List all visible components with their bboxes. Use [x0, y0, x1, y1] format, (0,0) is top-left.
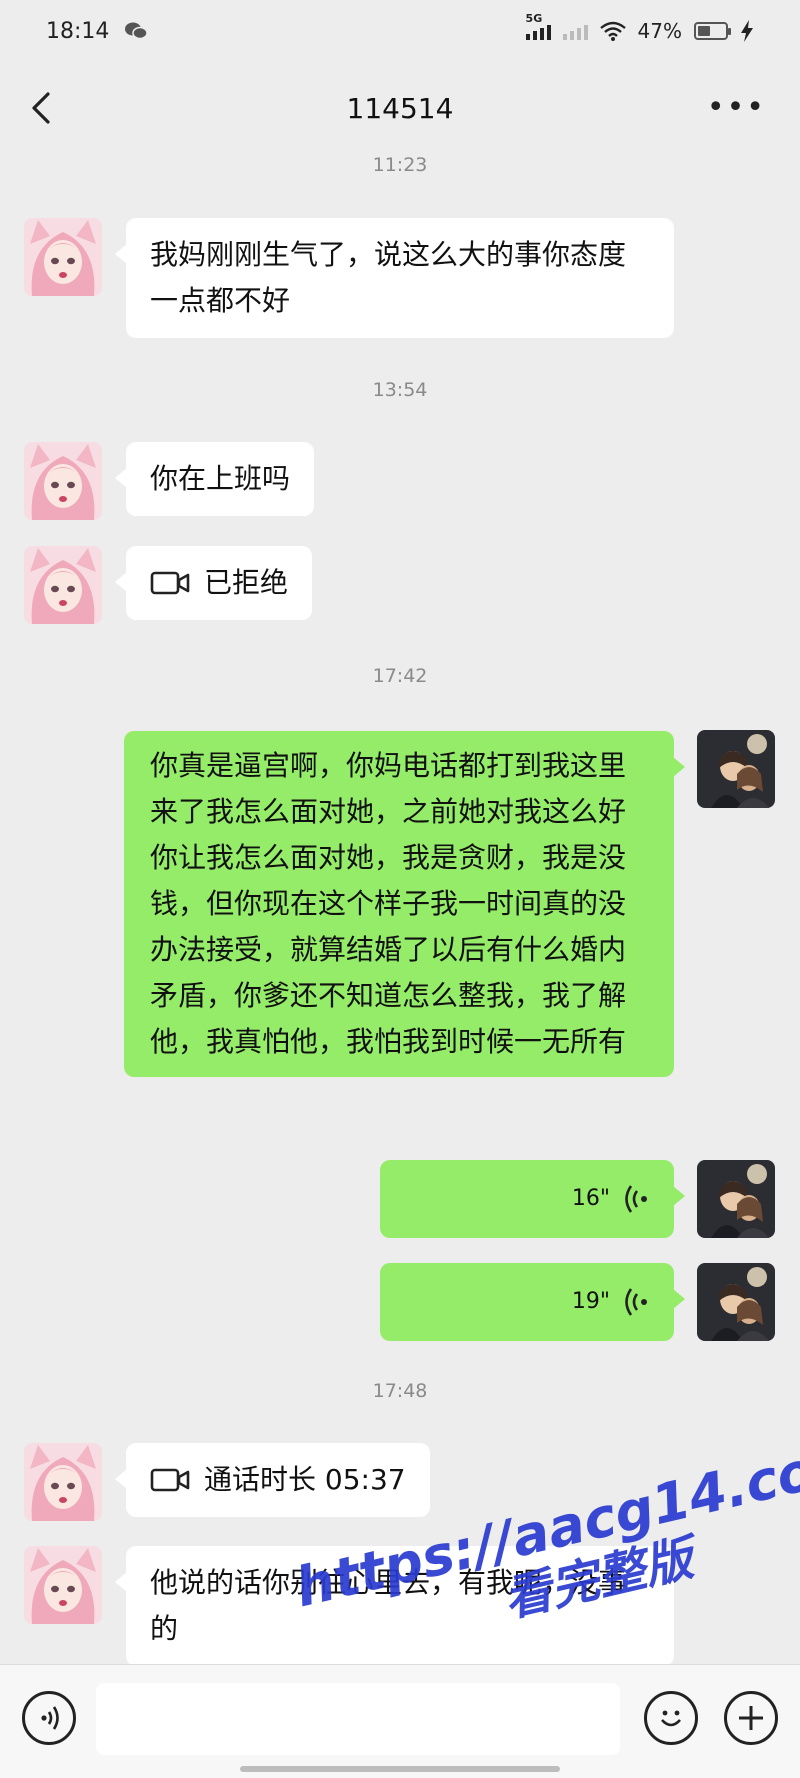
message-text: 我妈刚刚生气了，说这么大的事你态度一点都不好: [150, 238, 627, 317]
status-time: 18:14: [46, 18, 110, 44]
contact-avatar[interactable]: [24, 1546, 102, 1624]
voice-mode-icon: [41, 1706, 59, 1730]
my-avatar[interactable]: [697, 1263, 775, 1341]
call-record-declined[interactable]: 已拒绝: [114, 546, 313, 620]
voice-message[interactable]: 16": [380, 1160, 685, 1238]
timestamp: 17:42: [372, 665, 428, 687]
received-message[interactable]: 我妈刚刚生气了，说这么大的事你态度一点都不好: [115, 218, 674, 338]
network-type: 5G: [525, 12, 543, 25]
voice-wave-icon: [625, 1288, 647, 1316]
contact-avatar[interactable]: [24, 546, 102, 624]
contact-avatar[interactable]: [24, 1443, 102, 1521]
voice-message[interactable]: 19": [380, 1263, 685, 1341]
received-message[interactable]: 你在上班吗: [114, 442, 315, 516]
more-options-icon[interactable]: •••: [707, 90, 766, 125]
message-text: 你真是逼宫啊，你妈电话都打到我这里来了我怎么面对她，之前她对我这么好你让我怎么面…: [150, 749, 627, 1058]
sent-message[interactable]: 你真是逼宫啊，你妈电话都打到我这里来了我怎么面对她，之前她对我这么好你让我怎么面…: [124, 731, 685, 1077]
wifi-icon: [599, 21, 626, 41]
chat-title: 114514: [346, 91, 454, 125]
voice-duration: 16": [571, 1186, 610, 1211]
emoji-button[interactable]: [644, 1691, 698, 1745]
contact-avatar[interactable]: [24, 442, 102, 520]
timestamp: 13:54: [372, 379, 428, 401]
emoji-icon: [661, 1710, 681, 1727]
battery-icon: [694, 22, 731, 40]
my-avatar[interactable]: [697, 730, 775, 808]
call-status-text: 通话时长 05:37: [204, 1463, 406, 1496]
voice-input-toggle[interactable]: [22, 1691, 76, 1745]
battery-percent: 47%: [637, 19, 682, 43]
video-call-icon: [150, 571, 190, 595]
contact-avatar[interactable]: [24, 218, 102, 296]
chat-header: 114514 •••: [0, 62, 800, 154]
message-text: 他说的话你别往心里去，有我呢，没事的: [150, 1566, 627, 1645]
home-indicator: [240, 1766, 560, 1772]
call-status-text: 已拒绝: [204, 566, 289, 599]
status-bar: 18:14 5G 47%: [0, 0, 800, 62]
cellular-signal-2-icon: [562, 22, 588, 40]
call-record-duration[interactable]: 通话时长 05:37: [115, 1443, 430, 1517]
message-input[interactable]: [96, 1683, 620, 1755]
video-call-icon: [150, 1468, 190, 1492]
plus-icon: [739, 1706, 763, 1730]
voice-duration: 19": [571, 1289, 610, 1314]
back-arrow-icon[interactable]: [24, 90, 60, 126]
timestamp: 17:48: [372, 1380, 428, 1402]
chat-input-bar: [0, 1664, 800, 1778]
message-text: 你在上班吗: [150, 462, 291, 495]
received-message[interactable]: 他说的话你别往心里去，有我呢，没事的: [115, 1546, 674, 1666]
my-avatar[interactable]: [697, 1160, 775, 1238]
wechat-notification-icon: [125, 22, 148, 40]
charging-bolt-icon: [741, 20, 753, 42]
add-more-button[interactable]: [724, 1691, 778, 1745]
timestamp: 11:23: [372, 154, 428, 176]
voice-wave-icon: [625, 1185, 647, 1213]
cellular-signal-icon: 5G: [525, 12, 551, 40]
